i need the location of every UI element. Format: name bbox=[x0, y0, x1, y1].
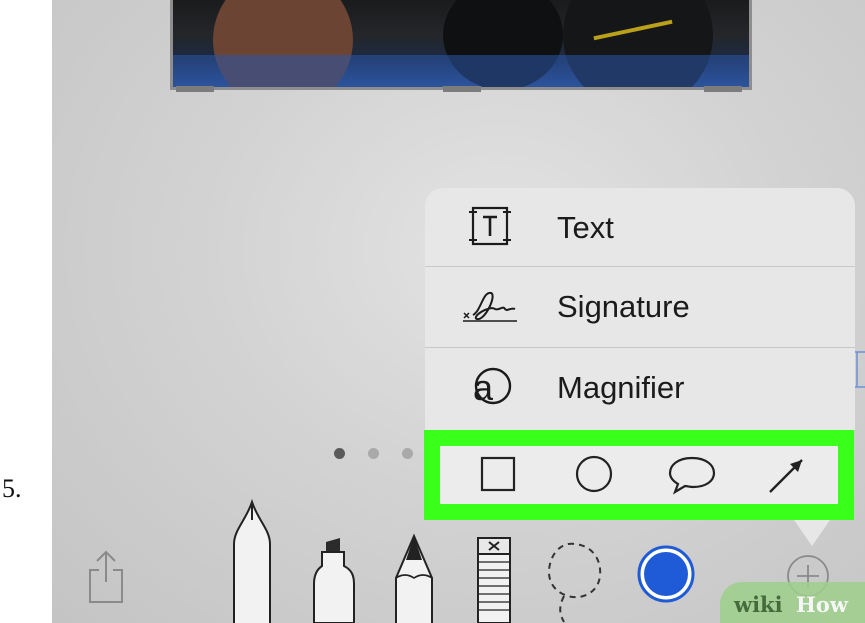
circle-shape-icon bbox=[575, 455, 613, 493]
crop-handle-right[interactable] bbox=[704, 86, 742, 92]
arrow-shape-button[interactable] bbox=[756, 446, 816, 504]
text-box-icon bbox=[469, 206, 511, 246]
menu-item-text[interactable]: Text bbox=[425, 188, 855, 266]
eraser-icon[interactable] bbox=[474, 534, 514, 623]
magnifier-icon: a bbox=[473, 367, 512, 408]
square-shape-button[interactable] bbox=[468, 446, 528, 504]
menu-item-magnifier[interactable]: a Magnifier bbox=[425, 348, 855, 426]
shapes-highlight bbox=[424, 430, 854, 520]
speech-bubble-shape-icon bbox=[668, 456, 716, 495]
markup-canvas[interactable]: Text Signature a Magnifier wiki How bbox=[52, 0, 865, 623]
page-dot bbox=[368, 448, 379, 459]
menu-pointer bbox=[794, 520, 830, 546]
menu-item-label: Magnifier bbox=[557, 370, 685, 405]
pen-icon[interactable] bbox=[228, 498, 276, 623]
menu-item-label: Signature bbox=[557, 289, 690, 324]
crop-handle-left[interactable] bbox=[176, 86, 214, 92]
watermark-wiki: wiki bbox=[734, 592, 783, 617]
markup-add-menu: Text Signature a Magnifier bbox=[425, 188, 855, 430]
page-dot-active bbox=[334, 448, 345, 459]
svg-text:a: a bbox=[473, 367, 494, 408]
shapes-row bbox=[440, 446, 838, 504]
circle-shape-button[interactable] bbox=[564, 446, 624, 504]
photo-preview[interactable] bbox=[170, 0, 752, 90]
color-picker-icon[interactable] bbox=[636, 544, 696, 604]
menu-item-signature[interactable]: Signature bbox=[425, 267, 855, 345]
crop-handle-center[interactable] bbox=[443, 86, 481, 92]
menu-item-label: Text bbox=[557, 210, 614, 245]
wikihow-watermark: wiki How bbox=[720, 582, 865, 623]
lasso-icon[interactable] bbox=[540, 538, 610, 623]
arrow-shape-icon bbox=[769, 459, 803, 493]
page-dot bbox=[402, 448, 413, 459]
square-shape-icon bbox=[480, 456, 516, 492]
share-icon[interactable] bbox=[86, 548, 126, 604]
speech-bubble-shape-button[interactable] bbox=[662, 446, 722, 504]
highlighter-icon[interactable] bbox=[310, 538, 358, 623]
watermark-how: How bbox=[796, 592, 848, 617]
step-number: 5. bbox=[2, 474, 22, 503]
signature-icon bbox=[463, 291, 517, 322]
pencil-icon[interactable] bbox=[392, 532, 436, 623]
